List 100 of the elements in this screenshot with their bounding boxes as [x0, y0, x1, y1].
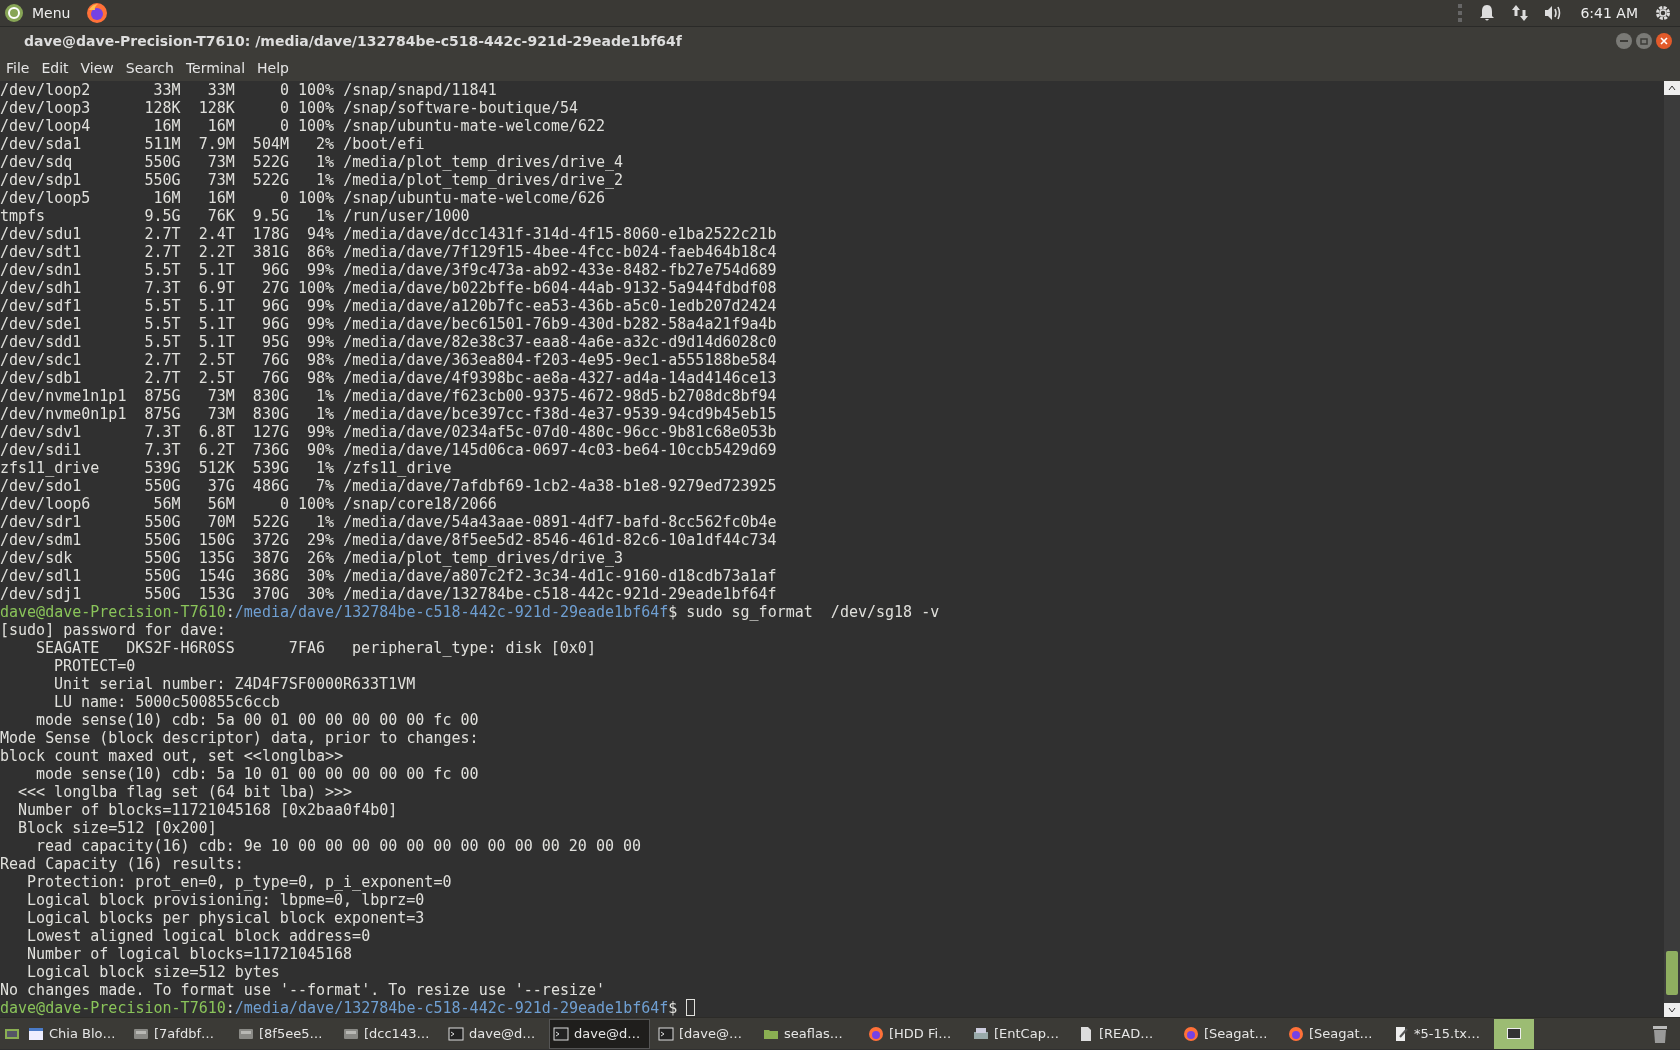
- terminal-line: /dev/nvme0n1p1 875G 73M 830G 1% /media/dave/bce397cc-f38d-4e37-9539-94cd9b45eb15: [0, 405, 777, 423]
- terminal-line: /dev/sdt1 2.7T 2.2T 381G 86% /media/dave/7f129f15-4bee-4fcc-b024-faeb464b18c4: [0, 243, 777, 261]
- terminal-line: Mode Sense (block descriptor) data, prior to changes:: [0, 729, 479, 747]
- menu-item[interactable]: View: [74, 57, 120, 79]
- menu-item[interactable]: Terminal: [179, 57, 252, 79]
- terminal-line: /dev/sdm1 550G 150G 372G 29% /media/dave/8f5ee5d2-8546-461d-82c6-10a1df44c734: [0, 531, 777, 549]
- terminal-line: /dev/sda1 511M 7.9M 504M 2% /boot/efi: [0, 135, 425, 153]
- terminal-line: Number of logical blocks=11721045168: [27, 945, 353, 963]
- terminal-line: block count maxed out, set <<longlba>>: [0, 747, 344, 765]
- terminal-line: read capacity(16) cdb: 9e 10 00 00 00 00 00 00 00 00 00 00 20 00 00: [36, 837, 642, 855]
- terminal-line: Read Capacity (16) results:: [0, 855, 244, 873]
- clock[interactable]: 6:41 AM: [1580, 2, 1638, 24]
- terminal-line: /dev/sdk 550G 135G 387G 26% /media/plot_temp_drives/drive_3: [0, 549, 624, 567]
- terminal-line: LU name: 5000c500855c6ccb: [54, 693, 280, 711]
- taskbar-button[interactable]: dave@d…: [444, 1018, 545, 1049]
- taskbar-button[interactable]: [READ…: [1074, 1018, 1175, 1049]
- prompt-command: $ sudo sg_format /dev/sg18 -v: [668, 603, 940, 621]
- menu-item[interactable]: Help: [251, 57, 295, 79]
- terminal-line: /dev/sdi1 7.3T 6.2T 736G 90% /media/dave/145d06ca-0697-4c03-be64-10ccb5429d69: [0, 441, 777, 459]
- workspace-preview-icon: [1507, 1028, 1521, 1039]
- terminal-line: /dev/sdb1 2.7T 2.5T 76G 98% /media/dave/4f9398bc-ae8a-4327-ad4a-14ad4146ce13: [0, 369, 777, 387]
- maximize-icon: [1640, 37, 1648, 45]
- settings-icon[interactable]: [1654, 4, 1672, 22]
- close-button[interactable]: [1656, 33, 1672, 49]
- workspace-button[interactable]: [1494, 1018, 1534, 1049]
- terminal-icon: [658, 1025, 674, 1042]
- document-icon: [1078, 1025, 1094, 1042]
- taskbar-button[interactable]: [dcc143…: [339, 1018, 440, 1049]
- terminal-line: /dev/loop6 56M 56M 0 100% /snap/core18/2066: [0, 495, 497, 513]
- terminal-line: /dev/loop4 16M 16M 0 100% /snap/ubuntu-mate-welcome/622: [0, 117, 606, 135]
- terminal-line: SEAGATE DKS2F-H6R0SS 7FA6 peripheral_type: disk [0x0]: [36, 639, 596, 657]
- menu-item[interactable]: Search: [119, 57, 180, 79]
- prompt-user-host: dave@dave-Precision-T7610: [0, 603, 226, 621]
- terminal-line: /dev/loop2 33M 33M 0 100% /snap/snapd/11841: [0, 81, 497, 99]
- prompt-user-host: dave@dave-Precision-T7610: [0, 999, 226, 1017]
- prompt-command: $: [668, 999, 678, 1017]
- taskbar-button[interactable]: dave@d…: [549, 1018, 650, 1049]
- prompt-separator: :: [225, 603, 235, 621]
- taskbar-button[interactable]: [8f5ee5…: [234, 1018, 335, 1049]
- terminal-line: /dev/sde1 5.5T 5.1T 96G 99% /media/dave/bec61501-76b9-430d-b282-58a4a21f9a4b: [0, 315, 777, 333]
- terminal-line: /dev/sdc1 2.7T 2.5T 76G 98% /media/dave/363ea804-f203-4e95-9ec1-a555188be584: [0, 351, 777, 369]
- text-editor-icon: [1393, 1025, 1409, 1042]
- firefox-icon[interactable]: [86, 2, 109, 24]
- terminal-line: /dev/loop3 128K 128K 0 100% /snap/software-boutique/54: [0, 99, 578, 117]
- window-icon: [28, 1025, 44, 1042]
- minimize-icon: [1620, 40, 1628, 42]
- terminal-line: Logical blocks per physical block exponent=3: [27, 909, 425, 927]
- terminal-line: /dev/sdn1 5.5T 5.1T 96G 99% /media/dave/3f9c473a-ab92-433e-8482-fb27e754d689: [0, 261, 777, 279]
- terminal-icon: [448, 1025, 464, 1042]
- firefox-icon: [1288, 1025, 1304, 1042]
- network-arrows-icon[interactable]: [1512, 4, 1529, 22]
- terminal-line: [sudo] password for dave:: [0, 621, 226, 639]
- scrollbar-thumb[interactable]: [1666, 951, 1678, 995]
- prompt-separator: :: [225, 999, 235, 1017]
- taskbar-button[interactable]: [Seagat…: [1284, 1018, 1385, 1049]
- minimize-button[interactable]: [1616, 33, 1632, 49]
- terminal-line: Protection: prot_en=0, p_type=0, p_i_exponent=0: [27, 873, 452, 891]
- terminal-line: /dev/nvme1n1p1 875G 73M 830G 1% /media/dave/f623cb00-9375-4672-98d5-b2708dc8bf94: [0, 387, 777, 405]
- terminal-line: Unit serial number: Z4D4F7SF0000R633T1VM: [54, 675, 416, 693]
- terminal-line: /dev/sdv1 7.3T 6.8T 127G 99% /media/dave/0234af5c-07d0-480c-96cc-9b81c68e053b: [0, 423, 777, 441]
- terminal-line: Logical block provisioning: lbpme=0, lbprz=0: [27, 891, 425, 909]
- firefox-icon: [1183, 1025, 1199, 1042]
- terminal-icon: [553, 1025, 569, 1042]
- taskbar-button[interactable]: *5-15.tx…: [1389, 1018, 1490, 1049]
- bell-icon[interactable]: [1478, 4, 1497, 22]
- terminal-line: /dev/sdr1 550G 70M 522G 1% /media/dave/54a43aae-0891-4df7-bafd-8cc562fc0b4e: [0, 513, 777, 531]
- menu-label[interactable]: Menu: [32, 2, 71, 24]
- scanner-icon: [973, 1025, 989, 1042]
- firefox-icon: [868, 1025, 884, 1042]
- prompt-path: /media/dave/132784be-c518-442c-921d-29eade1bf64f: [234, 999, 669, 1017]
- terminal-line: /dev/sdp1 550G 73M 522G 1% /media/plot_temp_drives/drive_2: [0, 171, 624, 189]
- taskbar-button[interactable]: seaflas…: [759, 1018, 860, 1049]
- terminal-line: /dev/sdf1 5.5T 5.1T 96G 99% /media/dave/a120b7fc-ea53-436b-a5c0-1edb207d2424: [0, 297, 777, 315]
- terminal-line: Lowest aligned logical block address=0: [27, 927, 371, 945]
- terminal-line: PROTECT=0: [54, 657, 136, 675]
- terminal-line: /dev/sdl1 550G 154G 368G 30% /media/dave/a807c2f2-3c34-4d1c-9160-d18cdb73a1af: [0, 567, 777, 585]
- terminal-line: /dev/sdq 550G 73M 522G 1% /media/plot_temp_drives/drive_4: [0, 153, 624, 171]
- taskbar-button[interactable]: Chia Blo…: [24, 1018, 125, 1049]
- menu-item[interactable]: Edit: [35, 57, 75, 79]
- terminal-line: mode sense(10) cdb: 5a 10 01 00 00 00 00 00 fc 00: [36, 765, 479, 783]
- terminal-line: /dev/sdo1 550G 37G 486G 7% /media/dave/7afdbf69-1cb2-4a38-b1e8-9279ed723925: [0, 477, 777, 495]
- taskbar-button[interactable]: [EntCap…: [969, 1018, 1070, 1049]
- terminal-line: Block size=512 [0x200]: [18, 819, 217, 837]
- terminal-line: /dev/sdu1 2.7T 2.4T 178G 94% /media/dave/dcc1431f-314d-4f15-8060-e1ba2522c21b: [0, 225, 777, 243]
- close-icon: [1660, 37, 1668, 45]
- terminal-line: mode sense(10) cdb: 5a 00 01 00 00 00 00 00 fc 00: [36, 711, 479, 729]
- panel-handle-icon: [1458, 4, 1463, 22]
- terminal-line: /dev/sdh1 7.3T 6.9T 27G 100% /media/dave/b022bffe-b604-44ab-9132-5a944fdbdf08: [0, 279, 777, 297]
- terminal-line: <<< longlba flag set (64 bit lba) >>>: [18, 783, 353, 801]
- terminal-line: zfs11_drive 539G 512K 539G 1% /zfs11_drive: [0, 459, 452, 477]
- text-cursor: [686, 999, 696, 1016]
- menu-logo-icon[interactable]: [4, 3, 24, 23]
- taskbar-button[interactable]: [7afdbf…: [129, 1018, 230, 1049]
- taskbar-button[interactable]: [HDD Fi…: [864, 1018, 965, 1049]
- terminal-line: tmpfs 9.5G 76K 9.5G 1% /run/user/1000: [0, 207, 470, 225]
- taskbar-button[interactable]: [Seagat…: [1179, 1018, 1280, 1049]
- taskbar-button[interactable]: [dave@…: [654, 1018, 755, 1049]
- trash-icon[interactable]: [1652, 1023, 1668, 1044]
- menu-item[interactable]: File: [0, 57, 36, 79]
- window-title: dave@dave-Precision-T7610: /media/dave/132784be-c518-442c-921d-29eade1bf64f: [24, 31, 682, 51]
